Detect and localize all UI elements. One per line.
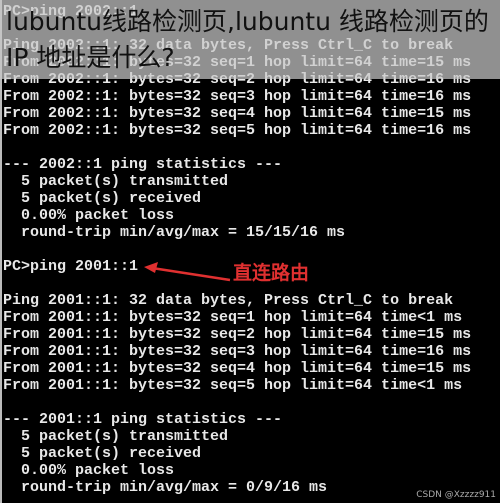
terminal-line: From 2001::1: bytes=32 seq=4 hop limit=6…: [3, 360, 472, 377]
annotation-label: 直连路由: [233, 262, 310, 284]
terminal-line: Ping 2001::1: 32 data bytes, Press Ctrl_…: [3, 292, 454, 309]
page-title: lubuntu线路检测页,lubuntu 线路检测页的IP 地址是什么?: [6, 7, 489, 72]
terminal-line: From 2002::1: bytes=32 seq=3 hop limit=6…: [3, 88, 472, 105]
terminal-line: From 2002::1: bytes=32 seq=4 hop limit=6…: [3, 105, 472, 122]
terminal-line: From 2001::1: bytes=32 seq=2 hop limit=6…: [3, 326, 472, 343]
terminal-line: 5 packet(s) transmitted: [3, 428, 229, 445]
terminal-line: 5 packet(s) transmitted: [3, 173, 229, 190]
terminal-line: 0.00% packet loss: [3, 207, 175, 224]
terminal-line: 5 packet(s) received: [3, 445, 202, 462]
terminal-line: From 2001::1: bytes=32 seq=3 hop limit=6…: [3, 343, 472, 360]
terminal-line: round-trip min/avg/max = 0/9/16 ms: [3, 479, 328, 496]
watermark: CSDN @Xzzzz911: [416, 490, 496, 500]
terminal-line: 5 packet(s) received: [3, 190, 202, 207]
terminal-line: From 2001::1: bytes=32 seq=5 hop limit=6…: [3, 377, 463, 394]
terminal-line: --- 2002::1 ping statistics ---: [3, 156, 283, 173]
arrow-icon: [144, 262, 231, 282]
terminal-line: --- 2001::1 ping statistics ---: [3, 411, 283, 428]
terminal-line: round-trip min/avg/max = 15/15/16 ms: [3, 224, 346, 241]
terminal-line: From 2002::1: bytes=32 seq=5 hop limit=6…: [3, 122, 472, 139]
terminal-line: 0.00% packet loss: [3, 462, 175, 479]
terminal-line: From 2001::1: bytes=32 seq=1 hop limit=6…: [3, 309, 463, 326]
